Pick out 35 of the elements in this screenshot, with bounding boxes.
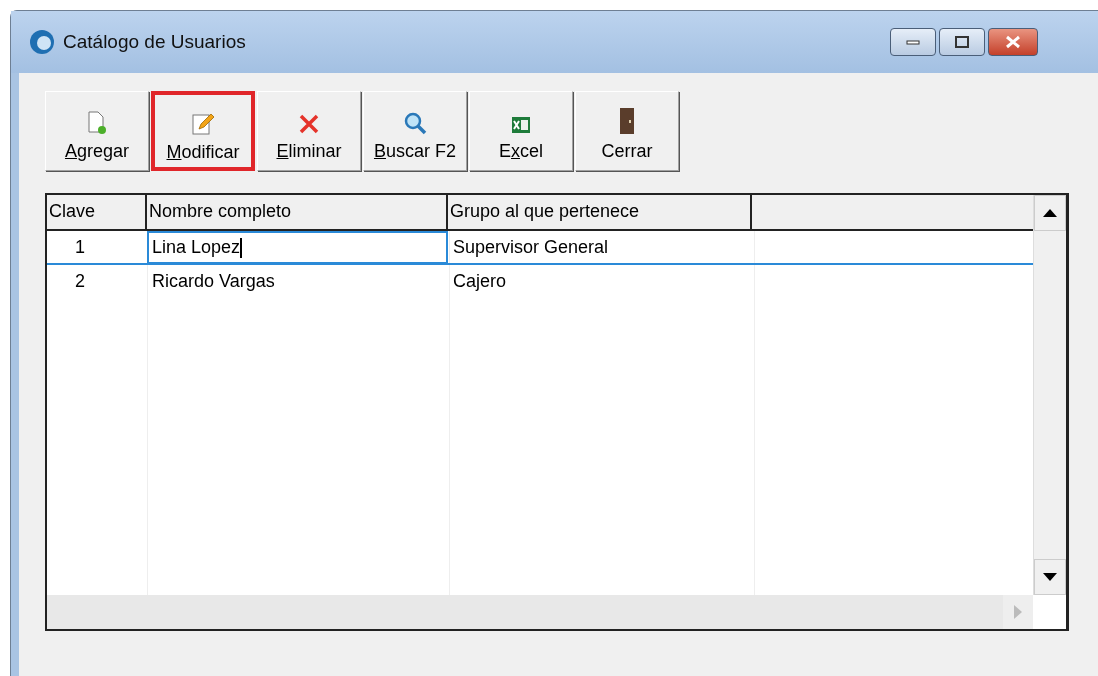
search-icon: [403, 111, 427, 135]
table-cell-text: Supervisor General: [452, 236, 610, 259]
spreadsheet-icon: [511, 115, 531, 135]
pencil-document-icon: [191, 112, 215, 136]
table-cell-text: Cajero: [452, 270, 508, 293]
table-cell-text: 2: [74, 270, 86, 293]
maximize-icon: [955, 36, 969, 48]
toolbar-button[interactable]: Modificar: [151, 91, 255, 171]
minimize-button[interactable]: [890, 28, 936, 56]
window-title: Catálogo de Usuarios: [63, 31, 247, 53]
new-document-icon: [87, 111, 107, 135]
toolbar-button[interactable]: Agregar: [45, 91, 149, 171]
table-row[interactable]: 2 Ricardo Vargas Cajero: [47, 265, 1033, 299]
minimize-icon: [906, 39, 920, 45]
horizontal-scrollbar[interactable]: [47, 595, 1033, 629]
vertical-scrollbar[interactable]: [1033, 195, 1066, 595]
app-logo-icon: [29, 29, 55, 55]
door-icon: [619, 107, 635, 135]
scroll-up-icon[interactable]: [1043, 209, 1057, 217]
cell-editor[interactable]: Lina Lopez: [147, 231, 448, 265]
column-header[interactable]: Grupo al que pertenece: [448, 195, 752, 229]
close-icon: [298, 113, 320, 135]
toolbar-button[interactable]: Cerrar: [575, 91, 679, 171]
table-row[interactable]: 1 Lina Lopez Supervisor General: [47, 231, 1033, 265]
toolbar-button[interactable]: Buscar F2: [363, 91, 467, 171]
scroll-down-icon[interactable]: [1043, 573, 1057, 581]
close-button[interactable]: [988, 28, 1038, 56]
toolbar-button[interactable]: Eliminar: [257, 91, 361, 171]
table-cell-text: 1: [74, 236, 86, 259]
maximize-button[interactable]: [939, 28, 985, 56]
close-icon: [1005, 35, 1021, 49]
table-cell-text: Ricardo Vargas: [151, 270, 276, 293]
column-header[interactable]: Nombre completo: [147, 195, 448, 229]
column-header[interactable]: Clave: [47, 195, 147, 229]
toolbar-button[interactable]: Excel: [469, 91, 573, 171]
